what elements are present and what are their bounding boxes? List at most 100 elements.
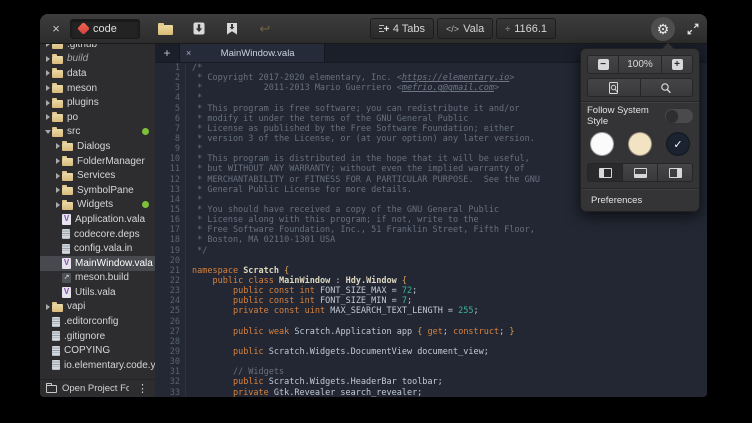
chevron-right-icon[interactable] <box>53 173 62 179</box>
code-line[interactable]: 18 * Boston, MA 02110-1301 USA <box>155 235 707 245</box>
code-text: * 2011-2013 Mario Guerriero <mefrio.g@gm… <box>186 83 499 93</box>
tree-item-copying[interactable]: COPYING <box>40 343 155 358</box>
language-button[interactable]: </> Vala <box>437 18 493 39</box>
zoom-level: 100% <box>618 55 662 74</box>
tabs-overview-button[interactable]: 4 Tabs <box>370 18 434 39</box>
preferences-menu-item[interactable]: Preferences <box>581 189 699 211</box>
chevron-right-icon[interactable] <box>43 56 52 62</box>
toggle-left-panel-button[interactable] <box>587 163 623 182</box>
chevron-right-icon[interactable] <box>53 202 62 208</box>
code-line[interactable]: 26 <box>155 317 707 327</box>
tree-item-src[interactable]: src <box>40 125 155 140</box>
tree-item-meson-build[interactable]: ↗meson.build <box>40 271 155 286</box>
fullscreen-button[interactable] <box>687 23 699 35</box>
tree-item-meson[interactable]: meson <box>40 81 155 96</box>
chevron-right-icon[interactable] <box>43 304 52 310</box>
chevron-right-icon[interactable] <box>43 44 52 47</box>
tree-item-services[interactable]: Services <box>40 168 155 183</box>
code-line[interactable]: 22 public class MainWindow : Hdy.Window … <box>155 276 707 286</box>
find-in-files-button[interactable] <box>587 78 641 97</box>
save-icon <box>193 22 205 35</box>
high-contrast-style-button[interactable] <box>590 132 614 156</box>
tree-item-vapi[interactable]: vapi <box>40 300 155 315</box>
chevron-down-icon[interactable] <box>43 130 52 134</box>
code-line[interactable]: 20 <box>155 256 707 266</box>
save-button[interactable] <box>189 19 209 39</box>
chevron-right-icon[interactable] <box>43 85 52 91</box>
revert-button[interactable]: ↩ <box>255 19 275 39</box>
code-line[interactable]: 23 public const int FONT_SIZE_MAX = 72; <box>155 286 707 296</box>
code-line[interactable]: 19 */ <box>155 246 707 256</box>
toggle-bottom-panel-button[interactable] <box>622 163 658 182</box>
tree-item-label: Dialogs <box>77 141 110 152</box>
code-line[interactable]: 16 * License along with this program; if… <box>155 215 707 225</box>
tree-item-codecore-deps[interactable]: codecore.deps <box>40 227 155 242</box>
zoom-out-button[interactable]: − <box>587 55 619 74</box>
zoom-in-button[interactable]: + <box>661 55 693 74</box>
tree-item-widgets[interactable]: Widgets <box>40 198 155 213</box>
line-column-icon: ÷ <box>505 24 510 34</box>
tree-item-plugins[interactable]: plugins <box>40 95 155 110</box>
chevron-right-icon[interactable] <box>53 158 62 164</box>
window-close-button[interactable]: × <box>48 22 64 35</box>
find-button[interactable] <box>640 78 694 97</box>
language-label: Vala <box>463 23 484 35</box>
chevron-right-icon[interactable] <box>43 100 52 106</box>
tab-title: MainWindow.vala <box>197 48 318 59</box>
code-line[interactable]: 33 private Gtk.Revealer search_revealer; <box>155 388 707 398</box>
chevron-right-icon[interactable] <box>53 143 62 149</box>
code-line[interactable]: 30 <box>155 357 707 367</box>
chevron-right-icon[interactable] <box>43 70 52 76</box>
tab-mainwindow[interactable]: × MainWindow.vala <box>179 44 325 62</box>
project-chip[interactable]: code <box>70 19 140 39</box>
desktop: × code <box>0 0 752 423</box>
code-line[interactable]: 28 <box>155 337 707 347</box>
tree-item-symbolpane[interactable]: SymbolPane <box>40 183 155 198</box>
code-line[interactable]: 24 public const int FONT_SIZE_MIN = 7; <box>155 296 707 306</box>
chevron-right-icon[interactable] <box>43 114 52 120</box>
tree-item-data[interactable]: data <box>40 66 155 81</box>
code-line[interactable]: 21namespace Scratch { <box>155 266 707 276</box>
toggle-right-panel-button[interactable] <box>657 163 693 182</box>
tree-item-label: Widgets <box>77 199 113 210</box>
tree-item--editorconfig[interactable]: .editorconfig <box>40 314 155 329</box>
code-line[interactable]: 25 private const uint MAX_SEARCH_TEXT_LE… <box>155 306 707 316</box>
tree-item--github[interactable]: .github <box>40 44 155 52</box>
dark-style-button[interactable]: ✓ <box>666 132 690 156</box>
folder-icon <box>52 114 63 122</box>
tab-close-icon[interactable]: × <box>186 49 191 58</box>
code-line[interactable]: 32 public Scratch.Widgets.HeaderBar tool… <box>155 377 707 387</box>
tree-item-io-elementary-code-yml[interactable]: io.elementary.code.yml <box>40 358 155 373</box>
follow-system-style-toggle[interactable] <box>665 109 693 123</box>
open-project-folder-button[interactable]: Open Project Folder… <box>62 383 129 394</box>
tree-item-build[interactable]: build <box>40 52 155 67</box>
tree-item-config-vala-in[interactable]: config.vala.in <box>40 241 155 256</box>
folder-icon <box>62 158 73 166</box>
code-line[interactable]: 17 * Free Software Foundation, Inc., 51 … <box>155 225 707 235</box>
save-as-button[interactable] <box>222 19 242 39</box>
tree-item-utils-vala[interactable]: VUtils.vala <box>40 285 155 300</box>
tree-item-label: vapi <box>67 301 85 312</box>
tree-item--gitignore[interactable]: .gitignore <box>40 329 155 344</box>
vala-icon: V <box>62 287 71 298</box>
line-number: 3 <box>155 83 186 93</box>
light-style-button[interactable] <box>628 132 652 156</box>
folder-icon <box>62 143 73 151</box>
code-line[interactable]: 27 public weak Scratch.Application app {… <box>155 327 707 337</box>
new-tab-button[interactable]: + <box>155 44 179 62</box>
line-column-label: 1166.1 <box>514 23 547 35</box>
code-line[interactable]: 31 // Widgets <box>155 367 707 377</box>
sidebar-menu-button[interactable]: ⋮ <box>134 382 151 395</box>
code-line[interactable]: 29 public Scratch.Widgets.DocumentView d… <box>155 347 707 357</box>
chevron-right-icon[interactable] <box>53 187 62 193</box>
settings-menu-button[interactable]: ⚙ <box>651 17 675 41</box>
line-number: 7 <box>155 124 186 134</box>
tree-item-foldermanager[interactable]: FolderManager <box>40 154 155 169</box>
tree-item-po[interactable]: po <box>40 110 155 125</box>
tree-item-application-vala[interactable]: VApplication.vala <box>40 212 155 227</box>
tree-item-mainwindow-vala[interactable]: VMainWindow.vala <box>40 256 155 271</box>
tree-item-dialogs[interactable]: Dialogs <box>40 139 155 154</box>
open-file-button[interactable] <box>156 19 176 39</box>
goto-line-button[interactable]: ÷ 1166.1 <box>496 18 556 39</box>
open-folder-icon <box>158 25 173 35</box>
